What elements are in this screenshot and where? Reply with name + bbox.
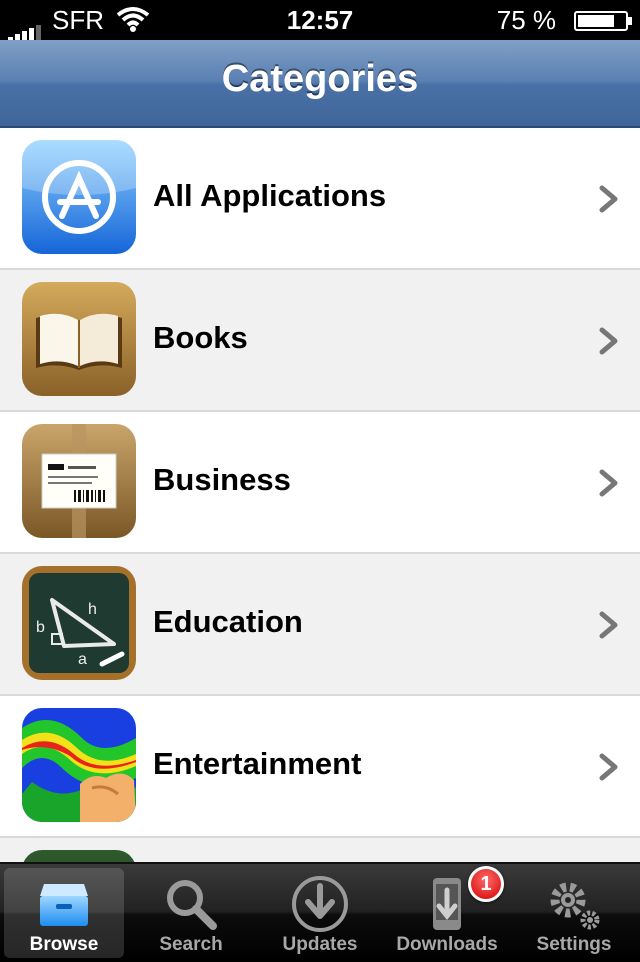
tab-label: Downloads xyxy=(396,934,498,955)
search-icon xyxy=(167,880,217,930)
chevron-right-icon xyxy=(599,327,618,355)
svg-text:a: a xyxy=(78,651,87,668)
tab-label: Settings xyxy=(536,934,612,955)
svg-text:b: b xyxy=(36,619,45,636)
category-label: Entertainment xyxy=(153,746,362,781)
category-label: Books xyxy=(153,320,248,355)
books-icon xyxy=(22,282,136,396)
page-title: Categories xyxy=(221,58,419,100)
tab-settings[interactable]: Settings xyxy=(514,868,634,958)
education-icon: b h a xyxy=(22,566,136,680)
battery-icon xyxy=(574,11,632,31)
settings-icon xyxy=(550,882,600,930)
tab-label: Search xyxy=(159,934,223,955)
chevron-right-icon xyxy=(599,753,618,781)
tab-bar: Browse Search Updates Downloads Settings xyxy=(0,862,640,962)
navigation-bar: Categories xyxy=(0,40,640,128)
chevron-right-icon xyxy=(599,469,618,497)
downloads-badge: 1 xyxy=(468,866,504,902)
tab-label: Browse xyxy=(29,934,99,955)
battery-percentage: 75 % xyxy=(496,5,556,35)
status-bar: SFR 12:57 75 % xyxy=(0,0,640,43)
category-list: All Applications Books Business b h a Ed… xyxy=(0,128,640,862)
app-store-icon xyxy=(22,140,136,254)
tab-search[interactable]: Search xyxy=(131,868,251,958)
updates-icon xyxy=(292,876,348,932)
category-label: Education xyxy=(153,604,303,639)
category-row-partial[interactable] xyxy=(0,838,640,862)
category-partial-icon xyxy=(22,850,136,862)
category-row-entertainment[interactable]: Entertainment xyxy=(0,696,640,838)
business-icon xyxy=(22,424,136,538)
category-row-books[interactable]: Books xyxy=(0,270,640,412)
category-row-all-applications[interactable]: All Applications xyxy=(0,128,640,270)
tab-label: Updates xyxy=(282,934,358,955)
category-label: All Applications xyxy=(153,178,387,213)
category-row-business[interactable]: Business xyxy=(0,412,640,554)
category-label: Business xyxy=(153,462,291,497)
chevron-right-icon xyxy=(599,185,618,213)
tab-browse[interactable]: Browse xyxy=(4,868,124,958)
entertainment-icon xyxy=(22,708,136,822)
category-row-education[interactable]: b h a Education xyxy=(0,554,640,696)
svg-text:h: h xyxy=(88,601,97,618)
tab-updates[interactable]: Updates xyxy=(260,868,380,958)
chevron-right-icon xyxy=(599,611,618,639)
browse-icon xyxy=(40,884,88,926)
